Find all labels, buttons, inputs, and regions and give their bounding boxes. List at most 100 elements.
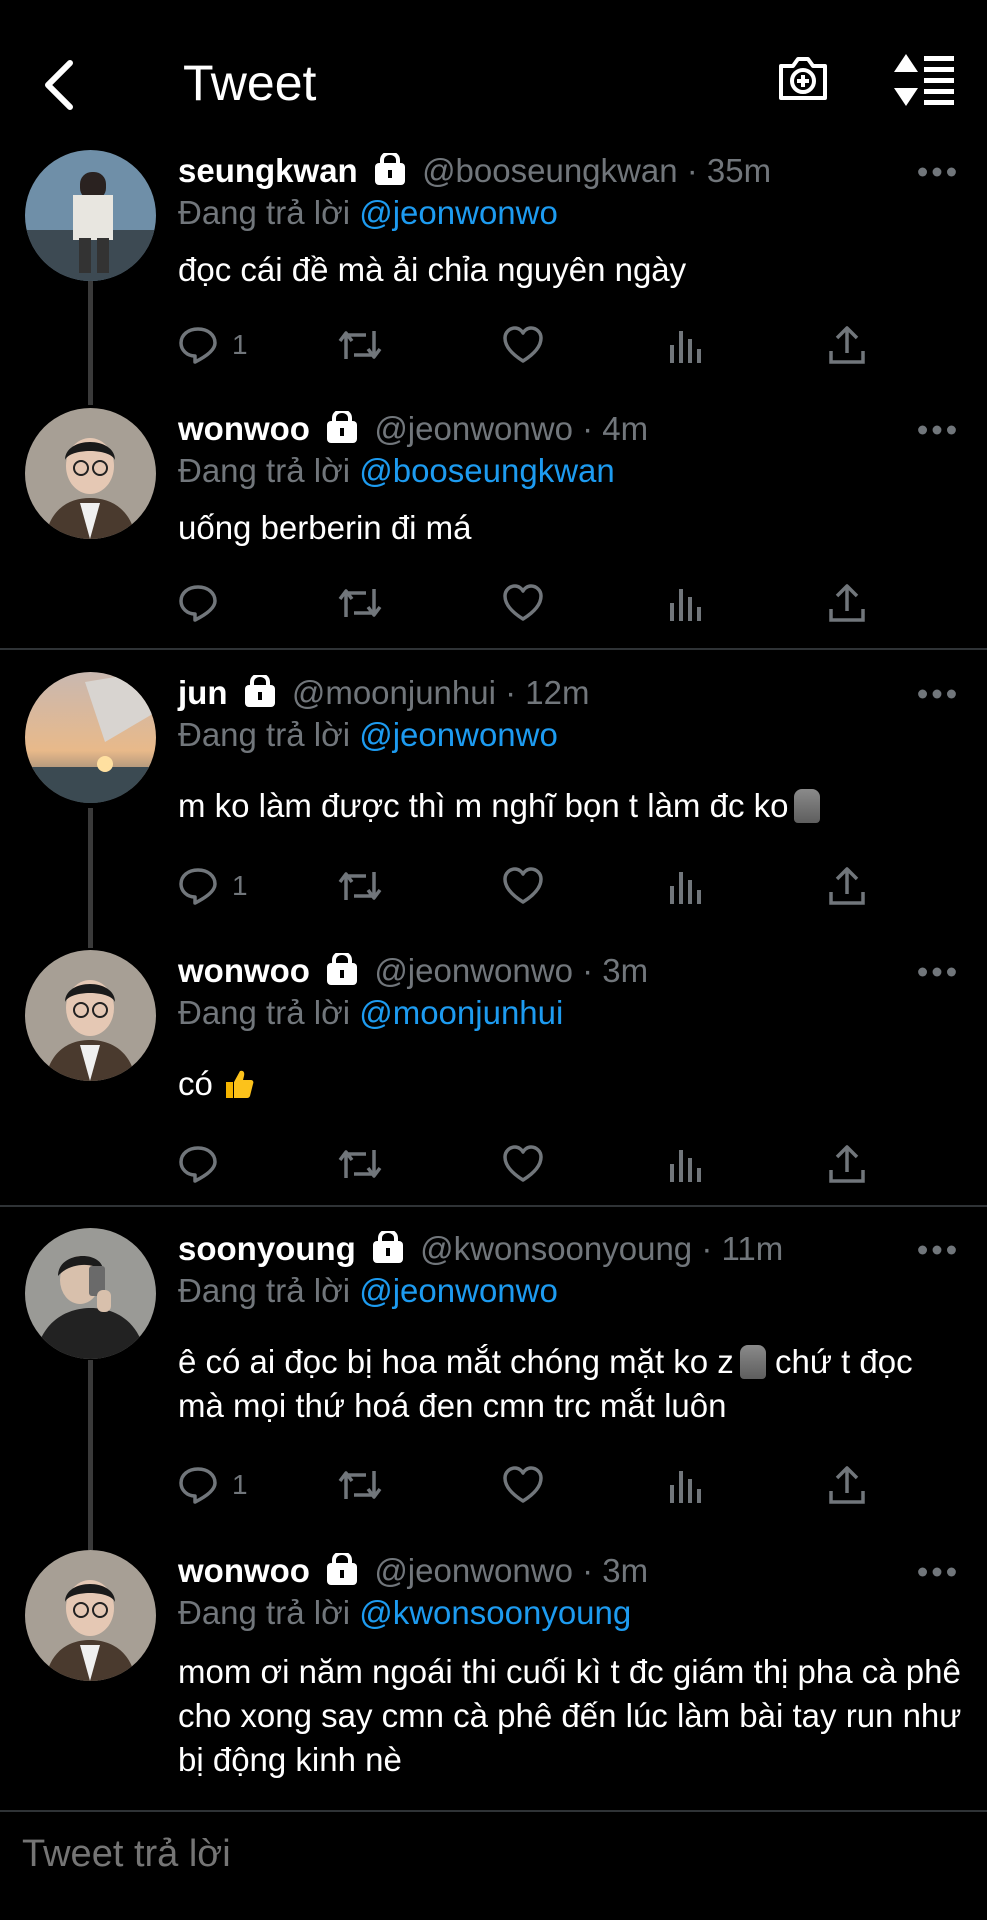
- views-button[interactable]: [668, 1460, 704, 1510]
- tweet[interactable]: seungkwan @booseungkwan · 35m Đang trả l…: [0, 150, 987, 400]
- avatar[interactable]: [25, 672, 156, 803]
- heart-icon: [503, 326, 543, 363]
- tweet-meta: soonyoung @kwonsoonyoung · 11m: [178, 1230, 784, 1267]
- share-button[interactable]: [828, 1139, 866, 1189]
- reply-button[interactable]: [178, 578, 218, 628]
- tweet-meta: seungkwan @booseungkwan · 35m: [178, 152, 772, 189]
- avatar[interactable]: [25, 1550, 156, 1681]
- sort-button[interactable]: [890, 52, 960, 112]
- mention-link[interactable]: @jeonwonwo: [359, 194, 558, 231]
- tweet[interactable]: wonwoo @jeonwonwo · 3m Đang trả lời @moo…: [0, 950, 987, 1205]
- mention-link[interactable]: @kwonsoonyoung: [359, 1594, 631, 1631]
- share-button[interactable]: [828, 578, 866, 628]
- tweet[interactable]: soonyoung @kwonsoonyoung · 11m Đang trả …: [0, 1228, 987, 1548]
- mention-link[interactable]: @jeonwonwo: [359, 716, 558, 753]
- username[interactable]: @moonjunhui: [292, 674, 496, 711]
- share-icon: [829, 1145, 865, 1183]
- more-options-icon[interactable]: [917, 420, 957, 440]
- reply-input[interactable]: [20, 1832, 924, 1877]
- retweet-button[interactable]: [336, 578, 384, 628]
- reply-count: 1: [232, 329, 248, 360]
- mention-link[interactable]: @moonjunhui: [359, 994, 563, 1031]
- mention-link[interactable]: @booseungkwan: [359, 452, 615, 489]
- views-button[interactable]: [668, 320, 704, 370]
- avatar[interactable]: [25, 1228, 156, 1359]
- tweet[interactable]: wonwoo @jeonwonwo · 4m Đang trả lời @boo…: [0, 408, 987, 648]
- share-button[interactable]: [828, 320, 866, 370]
- share-button[interactable]: [828, 1460, 866, 1510]
- tweet[interactable]: wonwoo @jeonwonwo · 3m Đang trả lời @kwo…: [0, 1550, 987, 1810]
- thumbs-up-emoji-icon: [226, 1070, 254, 1098]
- tweet[interactable]: jun @moonjunhui · 12m Đang trả lời @jeon…: [0, 672, 987, 942]
- like-button[interactable]: [502, 1460, 544, 1510]
- like-button[interactable]: [502, 861, 544, 911]
- views-button[interactable]: [668, 578, 704, 628]
- divider: [0, 1205, 987, 1207]
- timestamp: 3m: [602, 1552, 649, 1589]
- moai-emoji-icon: [794, 789, 821, 823]
- reply-icon: [179, 868, 217, 905]
- more-options-icon[interactable]: [917, 1562, 957, 1582]
- retweet-icon: [338, 872, 382, 900]
- lock-icon: [327, 1553, 358, 1585]
- analytics-icon: [670, 1471, 701, 1503]
- like-button[interactable]: [502, 578, 544, 628]
- tweet-actions: 1: [178, 1460, 878, 1510]
- sort-list-icon: [894, 54, 954, 106]
- reply-button[interactable]: [178, 1139, 218, 1189]
- display-name[interactable]: wonwoo: [178, 952, 310, 989]
- display-name[interactable]: wonwoo: [178, 1552, 310, 1589]
- timestamp: 35m: [706, 152, 772, 189]
- username[interactable]: @jeonwonwo: [374, 1552, 573, 1589]
- more-options-icon[interactable]: [917, 1240, 957, 1260]
- username[interactable]: @jeonwonwo: [374, 410, 573, 447]
- display-name[interactable]: wonwoo: [178, 410, 310, 447]
- retweet-button[interactable]: [336, 861, 384, 911]
- reply-icon: [179, 1146, 217, 1183]
- replying-to: Đang trả lời @jeonwonwo: [178, 194, 558, 231]
- mention-link[interactable]: @jeonwonwo: [359, 1272, 558, 1309]
- retweet-button[interactable]: [336, 1139, 384, 1189]
- avatar[interactable]: [25, 950, 156, 1081]
- reply-button[interactable]: 1: [178, 861, 248, 911]
- avatar[interactable]: [25, 150, 156, 281]
- reply-icon: [179, 1467, 217, 1504]
- tweet-text-block: có: [178, 1062, 967, 1106]
- more-options-icon[interactable]: [917, 684, 957, 704]
- username[interactable]: @booseungkwan: [422, 152, 678, 189]
- share-button[interactable]: [828, 861, 866, 911]
- retweet-button[interactable]: [336, 1460, 384, 1510]
- username[interactable]: @jeonwonwo: [374, 952, 573, 989]
- reply-count: 1: [232, 1469, 248, 1500]
- more-options-icon[interactable]: [917, 162, 957, 182]
- retweet-icon: [338, 1150, 382, 1178]
- camera-button[interactable]: [775, 50, 835, 112]
- timestamp: 11m: [721, 1230, 784, 1267]
- views-button[interactable]: [668, 1139, 704, 1189]
- analytics-icon: [670, 872, 701, 904]
- avatar[interactable]: [25, 408, 156, 539]
- share-icon: [829, 326, 865, 364]
- like-button[interactable]: [502, 1139, 544, 1189]
- display-name[interactable]: soonyoung: [178, 1230, 356, 1267]
- analytics-icon: [670, 331, 701, 363]
- retweet-icon: [338, 589, 382, 617]
- retweet-button[interactable]: [336, 320, 384, 370]
- top-bar: Tweet: [0, 0, 987, 150]
- username[interactable]: @kwonsoonyoung: [420, 1230, 692, 1267]
- views-button[interactable]: [668, 861, 704, 911]
- reply-count: 1: [232, 870, 248, 901]
- tweet-text: uống berberin đi má: [178, 509, 472, 546]
- tweet-meta: wonwoo @jeonwonwo · 3m: [178, 1552, 649, 1589]
- tweet-meta: wonwoo @jeonwonwo · 3m: [178, 952, 649, 989]
- back-button[interactable]: [30, 50, 90, 120]
- heart-icon: [503, 867, 543, 904]
- more-options-icon[interactable]: [917, 962, 957, 982]
- reply-button[interactable]: 1: [178, 320, 248, 370]
- display-name[interactable]: seungkwan: [178, 152, 358, 189]
- like-button[interactable]: [502, 320, 544, 370]
- moai-emoji-icon: [739, 1345, 766, 1379]
- display-name[interactable]: jun: [178, 674, 227, 711]
- reply-button[interactable]: 1: [178, 1460, 248, 1510]
- reply-composer: [0, 1812, 987, 1920]
